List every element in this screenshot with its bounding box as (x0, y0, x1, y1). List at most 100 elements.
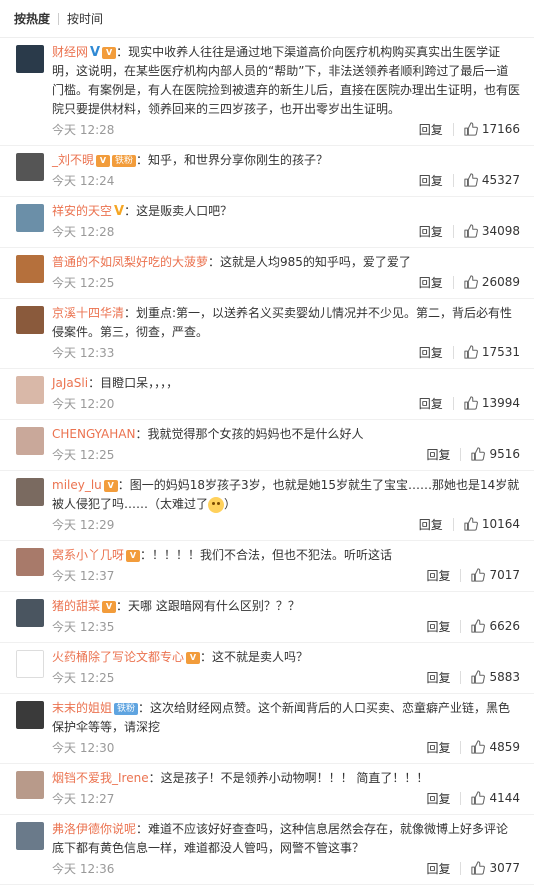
reply-button[interactable]: 回复 (426, 669, 450, 686)
avatar[interactable] (16, 204, 44, 232)
action-divider (452, 517, 454, 531)
like-button[interactable]: 4144 (471, 791, 520, 805)
tab-time[interactable]: 按时间 (67, 10, 103, 27)
like-button[interactable]: 26089 (464, 275, 520, 289)
like-count: 7017 (489, 568, 520, 582)
like-button[interactable]: 7017 (471, 568, 520, 582)
comment-actions: 回复 34098 (419, 223, 520, 240)
thumbs-up-icon (471, 670, 486, 684)
comment-item: 火药桶除了写论文都专心 V ：这不就是卖人吗？ 今天 12:25 回复 5883 (0, 643, 534, 694)
reply-button[interactable]: 回复 (426, 790, 450, 807)
comment-actions: 回复 9516 (426, 446, 520, 463)
comment-text: ：这就是人均985的知乎吗，爱了爱了 (208, 255, 411, 269)
action-divider (460, 670, 462, 684)
action-divider (452, 122, 454, 136)
reply-button[interactable]: 回复 (419, 223, 443, 240)
comment-text: ：这是贩卖人口吧？ (124, 204, 233, 218)
like-button[interactable]: 6626 (471, 619, 520, 633)
comment-time: 今天 12:28 (52, 224, 115, 239)
sad-emoji-icon (208, 496, 225, 513)
tab-hot[interactable]: 按热度 (14, 10, 50, 27)
username-link[interactable]: 弗洛伊德你说呢 (52, 822, 136, 836)
reply-button[interactable]: 回复 (419, 516, 443, 533)
reply-button[interactable]: 回复 (426, 446, 450, 463)
avatar[interactable] (16, 771, 44, 799)
comment-item: 窝系小丫几呀 V ：！！！！我们不合法，但也不犯法。听听这话 今天 12:37 回复… (0, 541, 534, 592)
reply-button[interactable]: 回复 (426, 567, 450, 584)
username-link[interactable]: 窝系小丫几呀 (52, 548, 124, 562)
reply-button[interactable]: 回复 (419, 395, 443, 412)
thumbs-up-icon (464, 224, 478, 238)
vip-icon: V (96, 154, 111, 167)
avatar[interactable] (16, 255, 44, 283)
like-button[interactable]: 45327 (464, 173, 520, 187)
comment-content: 火药桶除了写论文都专心 V ：这不就是卖人吗？ (52, 648, 520, 667)
like-button[interactable]: 3077 (471, 861, 520, 875)
like-button[interactable]: 34098 (464, 224, 520, 238)
comment-time: 今天 12:25 (52, 275, 115, 290)
verified-gold-icon: V (114, 204, 125, 219)
username-link[interactable]: 火药桶除了写论文都专心 (52, 650, 184, 664)
thumbs-up-icon (464, 275, 478, 289)
username-link[interactable]: 普通的不如凤梨好吃的大菠萝 (52, 255, 208, 269)
like-button[interactable]: 17166 (464, 122, 520, 136)
reply-button[interactable]: 回复 (419, 344, 443, 361)
comment-actions: 回复 5883 (426, 669, 520, 686)
avatar[interactable] (16, 650, 44, 678)
avatar[interactable] (16, 45, 44, 73)
comment-text: ：目瞪口呆，，，， (88, 376, 179, 390)
like-button[interactable]: 4859 (471, 740, 520, 754)
avatar[interactable] (16, 822, 44, 850)
reply-button[interactable]: 回复 (419, 274, 443, 291)
reply-button[interactable]: 回复 (426, 618, 450, 635)
comment-item: 财经网 V V ：现实中收养人往往是通过地下渠道高价向医疗机构购买真实出生医学证明，这… (0, 38, 534, 146)
sort-tabs: 按热度 按时间 (0, 0, 534, 38)
comment-content: miley_lu V ：图一的妈妈18岁孩子3岁，也就是她15岁就生了宝宝……那她也… (52, 476, 520, 514)
comment-item: 末末的姐姐 铁粉 ：这次给财经网点赞。这个新闻背后的人口买卖、恋童癖产业链，黑色保护… (0, 694, 534, 764)
avatar[interactable] (16, 548, 44, 576)
comment-content: JaJaSli：目瞪口呆，，，， (52, 374, 520, 393)
thumbs-up-icon (464, 173, 478, 187)
comment-item: _刘不晛 V 铁粉 ：知乎，和世界分享你刚生的孩子？ 今天 12:24 回复 4532… (0, 146, 534, 197)
comment-content: 窝系小丫几呀 V ：！！！！我们不合法，但也不犯法。听听这话 (52, 546, 520, 565)
username-link[interactable]: CHENGYAHAN (52, 427, 135, 441)
comment-content: 猪的甜菜 V ：天哪 这跟暗网有什么区别？？？ (52, 597, 520, 616)
like-count: 6626 (489, 619, 520, 633)
comment-meta: 今天 12:35 回复 6626 (52, 616, 520, 636)
reply-button[interactable]: 回复 (426, 860, 450, 877)
like-button[interactable]: 17531 (464, 345, 520, 359)
like-button[interactable]: 10164 (464, 517, 520, 531)
avatar[interactable] (16, 478, 44, 506)
username-link[interactable]: JaJaSli (52, 376, 88, 390)
like-button[interactable]: 9516 (471, 447, 520, 461)
comment-content: 财经网 V V ：现实中收养人往往是通过地下渠道高价向医疗机构购买真实出生医学证明，这… (52, 43, 520, 119)
avatar[interactable] (16, 153, 44, 181)
like-button[interactable]: 5883 (471, 670, 520, 684)
action-divider (452, 345, 454, 359)
avatar[interactable] (16, 376, 44, 404)
avatar[interactable] (16, 306, 44, 334)
comment-meta: 今天 12:27 回复 4144 (52, 788, 520, 808)
username-link[interactable]: 末末的姐姐 (52, 701, 112, 715)
username-link[interactable]: 京溪十四华清 (52, 306, 124, 320)
avatar[interactable] (16, 701, 44, 729)
comment-actions: 回复 4144 (426, 790, 520, 807)
reply-button[interactable]: 回复 (426, 739, 450, 756)
action-divider (460, 740, 462, 754)
thumbs-up-icon (471, 447, 486, 461)
avatar[interactable] (16, 599, 44, 627)
reply-button[interactable]: 回复 (419, 172, 443, 189)
username-link[interactable]: miley_lu (52, 478, 102, 492)
username-link[interactable]: 财经网 (52, 45, 88, 59)
comment-time: 今天 12:36 (52, 861, 115, 876)
username-link[interactable]: 猪的甜菜 (52, 599, 100, 613)
like-button[interactable]: 13994 (464, 396, 520, 410)
reply-button[interactable]: 回复 (419, 121, 443, 138)
comment-meta: 今天 12:37 回复 7017 (52, 565, 520, 585)
avatar[interactable] (16, 427, 44, 455)
tab-divider (58, 12, 60, 25)
comment-item: 普通的不如凤梨好吃的大菠萝：这就是人均985的知乎吗，爱了爱了 今天 12:25… (0, 248, 534, 299)
username-link[interactable]: _刘不晛 (52, 153, 94, 167)
username-link[interactable]: 祥安的天空 (52, 204, 112, 218)
username-link[interactable]: 烟铛不爱我_Irene (52, 771, 149, 785)
